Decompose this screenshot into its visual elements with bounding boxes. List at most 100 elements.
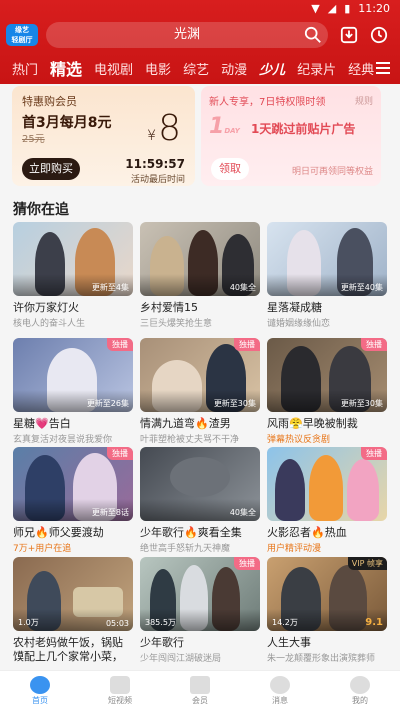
video-card[interactable]: 更新至40集 星落凝成糖 谴婚姻缘缘仙恋 [267, 222, 387, 329]
video-thumbnail[interactable]: 独播 385.5万 [140, 557, 260, 631]
history-icon[interactable] [370, 26, 388, 44]
exclusive-tag: 独播 [107, 338, 133, 351]
video-thumbnail[interactable]: 独播 更新至8话 [13, 447, 133, 521]
video-card[interactable]: 独播 更新至26集 星糖💗告白 玄真复活对夜昙说我爱你 [13, 338, 133, 445]
episode-badge: 40集全 [229, 508, 256, 517]
video-title: 风雨😤早晚被制裁 [267, 417, 358, 430]
search-placeholder: 光渊 [173, 27, 200, 42]
tab-movie[interactable]: 电影 [145, 59, 171, 78]
skip-ad-benefit: 1天跳过前贴片广告 [251, 122, 356, 136]
video-title: 人生大事 [267, 636, 311, 649]
tab-hot[interactable]: 热门 [12, 59, 38, 78]
video-title: 少年歌行🔥爽看全集 [140, 526, 242, 539]
wifi-icon: ▼ [311, 2, 320, 15]
video-card[interactable]: 独播 更新至30集 风雨😤早晚被制裁 弹幕热议反贪剧 [267, 338, 387, 445]
video-thumbnail[interactable]: 40集全 [140, 222, 260, 296]
message-icon [270, 676, 290, 694]
nav-short-video[interactable]: 短视频 [80, 671, 160, 711]
video-card[interactable]: 独播 火影忍者🔥热血 用户精评动漫 [267, 447, 387, 554]
video-thumbnail[interactable]: 独播 更新至26集 [13, 338, 133, 412]
promo-price: 首3月每月8元 [22, 115, 112, 131]
countdown-timer: 11:59:57 [125, 157, 185, 171]
video-title: 农村老妈做午饭，锅贴馍配上几个家常小菜，简... [13, 636, 123, 663]
tab-variety[interactable]: 综艺 [183, 59, 209, 78]
nav-profile[interactable]: 我的 [320, 671, 400, 711]
exclusive-tag: 独播 [361, 338, 387, 351]
vip-icon [190, 676, 210, 694]
video-title: 许你万家灯火 [13, 301, 79, 314]
video-card[interactable]: 独播 更新至8话 师兄🔥师父要渡劫 7万+用户在追 [13, 447, 133, 554]
video-thumbnail[interactable]: 1.0万 05:03 [13, 557, 133, 631]
video-card[interactable]: 40集全 少年歌行🔥爽看全集 绝世高手怒斩九天神魔 [140, 447, 260, 554]
video-card[interactable]: 独播 385.5万 少年歌行 少年闯闯江湖破迷局 [140, 557, 260, 664]
tab-tv[interactable]: 电视剧 [94, 59, 133, 78]
video-card[interactable]: 1.0万 05:03 农村老妈做午饭，锅贴馍配上几个家常小菜，简... [13, 557, 133, 664]
video-subtitle: 少年闯闯江湖破迷局 [140, 654, 222, 664]
sim-icon: ◢ [327, 2, 337, 15]
tab-kids[interactable]: 少儿 [259, 59, 285, 78]
vip-promo-card[interactable]: 特惠购会员 首3月每月8元 25元 ¥8 立即购买 11:59:57 活动最后时… [12, 86, 195, 186]
profile-icon [350, 676, 370, 694]
nav-vip[interactable]: 会员 [160, 671, 240, 711]
play-count: 385.5万 [145, 618, 176, 627]
video-card[interactable]: 40集全 乡村爱情15 三巨头爆笑抢生意 [140, 222, 260, 329]
tab-documentary[interactable]: 纪录片 [297, 59, 336, 78]
exclusive-tag: 独播 [107, 447, 133, 460]
video-title: 星糖💗告白 [13, 417, 71, 430]
video-card[interactable]: VIP 帧享 14.2万 9.1 人生大事 朱一龙颠覆形象出演殡葬师 [267, 557, 387, 664]
short-video-icon [110, 676, 130, 694]
episode-badge: 更新至40集 [340, 283, 383, 292]
top-header: ▼ ◢ ▮ 11:20 缘艺 轻剧厅 光渊 热门 精选 电视剧 电影 综艺 动漫… [0, 0, 400, 84]
claim-note: 明日可再领同等权益 [291, 167, 373, 177]
vip-tag: VIP 帧享 [347, 557, 387, 570]
day-badge: 1DAY [209, 114, 240, 139]
battery-icon: ▮ [344, 2, 351, 15]
video-title: 师兄🔥师父要渡劫 [13, 526, 104, 539]
promo-original-price: 25元 [22, 134, 45, 145]
video-thumbnail[interactable]: 更新至40集 [267, 222, 387, 296]
video-thumbnail[interactable]: 40集全 [140, 447, 260, 521]
nav-messages[interactable]: 消息 [240, 671, 320, 711]
bottom-nav: 首页 短视频 会员 消息 我的 [0, 670, 400, 711]
video-card[interactable]: 独播 更新至30集 情满九道弯🔥渣男 叶菲塑枪被丈夫骂不干净 [140, 338, 260, 445]
search-bar[interactable]: 光渊 [46, 22, 328, 48]
newbie-promo-card[interactable]: 新人专享，7日特权限时领 规则 1DAY 1天跳过前贴片广告 领取 明日可再领同… [201, 86, 381, 186]
tab-classic[interactable]: 经典 [348, 59, 374, 78]
buy-now-button[interactable]: 立即购买 [22, 158, 80, 180]
rules-link[interactable]: 规则 [355, 94, 373, 107]
exclusive-tag: 独播 [234, 338, 260, 351]
search-icon[interactable] [304, 26, 322, 44]
category-tabs: 热门 精选 电视剧 电影 综艺 动漫 少儿 纪录片 经典 [0, 56, 400, 80]
play-count: 1.0万 [18, 618, 39, 627]
video-subtitle: 三巨头爆笑抢生意 [140, 319, 213, 329]
video-title: 少年歌行 [140, 636, 184, 649]
rating-badge: 9.1 [365, 617, 383, 628]
video-thumbnail[interactable]: 更新至4集 [13, 222, 133, 296]
video-card[interactable]: 更新至4集 许你万家灯火 核电人的奋斗人生 [13, 222, 133, 329]
section-title: 猜你在追 [13, 202, 69, 218]
play-count: 14.2万 [272, 618, 298, 627]
video-subtitle: 绝世高手怒斩九天神魔 [140, 544, 231, 554]
video-subtitle: 弹幕热议反贪剧 [267, 435, 331, 445]
video-title: 火影忍者🔥热血 [267, 526, 347, 539]
download-icon[interactable] [340, 26, 358, 44]
video-thumbnail[interactable]: 独播 更新至30集 [140, 338, 260, 412]
newbie-promo-head: 新人专享，7日特权限时领 [209, 97, 326, 108]
video-subtitle: 叶菲塑枪被丈夫骂不干净 [140, 435, 240, 445]
claim-button[interactable]: 领取 [211, 158, 249, 180]
duration-badge: 05:03 [105, 619, 129, 628]
video-thumbnail[interactable]: 独播 更新至30集 [267, 338, 387, 412]
video-subtitle: 用户精评动漫 [267, 544, 322, 554]
tab-anime[interactable]: 动漫 [221, 59, 247, 78]
status-time: 11:20 [358, 2, 390, 15]
video-thumbnail[interactable]: 独播 [267, 447, 387, 521]
video-thumbnail[interactable]: VIP 帧享 14.2万 9.1 [267, 557, 387, 631]
home-icon [30, 676, 50, 694]
video-subtitle: 7万+用户在追 [13, 544, 72, 554]
episode-badge: 更新至4集 [91, 283, 129, 292]
episode-badge: 40集全 [229, 283, 256, 292]
menu-icon[interactable] [376, 62, 390, 74]
app-logo[interactable]: 缘艺 轻剧厅 [6, 24, 38, 46]
tab-featured[interactable]: 精选 [50, 56, 82, 80]
nav-home[interactable]: 首页 [0, 671, 80, 711]
